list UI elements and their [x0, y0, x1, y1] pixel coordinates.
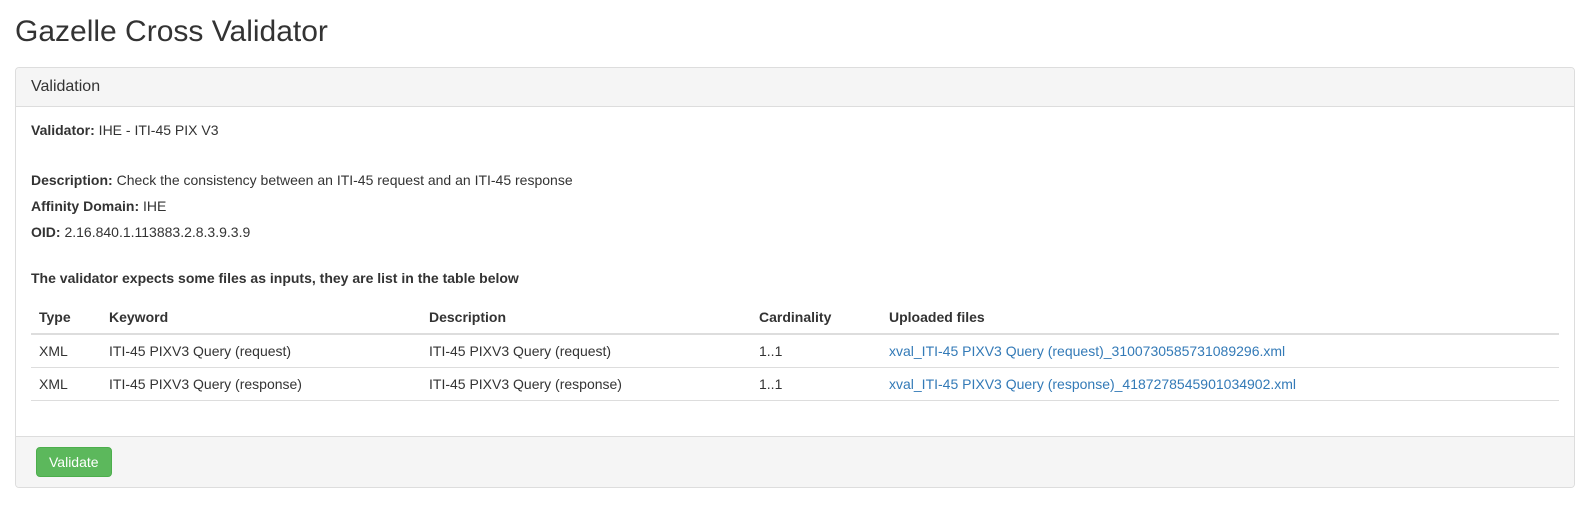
affinity-row: Affinity Domain: IHE	[31, 198, 1559, 214]
validate-button[interactable]: Validate	[36, 447, 112, 477]
col-keyword: Keyword	[101, 301, 421, 334]
page-title: Gazelle Cross Validator	[15, 15, 1575, 49]
validator-value: IHE - ITI-45 PIX V3	[95, 122, 219, 138]
cell-description: ITI-45 PIXV3 Query (response)	[421, 368, 751, 401]
description-value: Check the consistency between an ITI-45 …	[113, 172, 573, 188]
panel-footer: Validate	[16, 436, 1574, 487]
col-type: Type	[31, 301, 101, 334]
uploaded-file-link[interactable]: xval_ITI-45 PIXV3 Query (response)_41872…	[889, 376, 1296, 392]
table-row: XML ITI-45 PIXV3 Query (request) ITI-45 …	[31, 334, 1559, 368]
description-row: Description: Check the consistency betwe…	[31, 172, 1559, 188]
cell-cardinality: 1..1	[751, 334, 881, 368]
affinity-label: Affinity Domain:	[31, 198, 139, 214]
description-label: Description:	[31, 172, 113, 188]
cell-uploaded: xval_ITI-45 PIXV3 Query (response)_41872…	[881, 368, 1559, 401]
col-cardinality: Cardinality	[751, 301, 881, 334]
oid-row: OID: 2.16.840.1.113883.2.8.3.9.3.9	[31, 224, 1559, 240]
oid-value: 2.16.840.1.113883.2.8.3.9.3.9	[61, 224, 251, 240]
validator-row: Validator: IHE - ITI-45 PIX V3	[31, 122, 1559, 138]
inputs-table: Type Keyword Description Cardinality Upl…	[31, 301, 1559, 401]
cell-type: XML	[31, 334, 101, 368]
oid-label: OID:	[31, 224, 61, 240]
cell-cardinality: 1..1	[751, 368, 881, 401]
cell-keyword: ITI-45 PIXV3 Query (request)	[101, 334, 421, 368]
uploaded-file-link[interactable]: xval_ITI-45 PIXV3 Query (request)_310073…	[889, 343, 1285, 359]
affinity-value: IHE	[139, 198, 166, 214]
col-uploaded: Uploaded files	[881, 301, 1559, 334]
cell-type: XML	[31, 368, 101, 401]
cell-description: ITI-45 PIXV3 Query (request)	[421, 334, 751, 368]
inputs-note: The validator expects some files as inpu…	[31, 270, 1559, 286]
cell-uploaded: xval_ITI-45 PIXV3 Query (request)_310073…	[881, 334, 1559, 368]
panel-heading: Validation	[16, 68, 1574, 107]
validator-label: Validator:	[31, 122, 95, 138]
table-row: XML ITI-45 PIXV3 Query (response) ITI-45…	[31, 368, 1559, 401]
panel-body: Validator: IHE - ITI-45 PIX V3 Descripti…	[16, 107, 1574, 436]
col-description: Description	[421, 301, 751, 334]
validation-panel: Validation Validator: IHE - ITI-45 PIX V…	[15, 67, 1575, 488]
cell-keyword: ITI-45 PIXV3 Query (response)	[101, 368, 421, 401]
